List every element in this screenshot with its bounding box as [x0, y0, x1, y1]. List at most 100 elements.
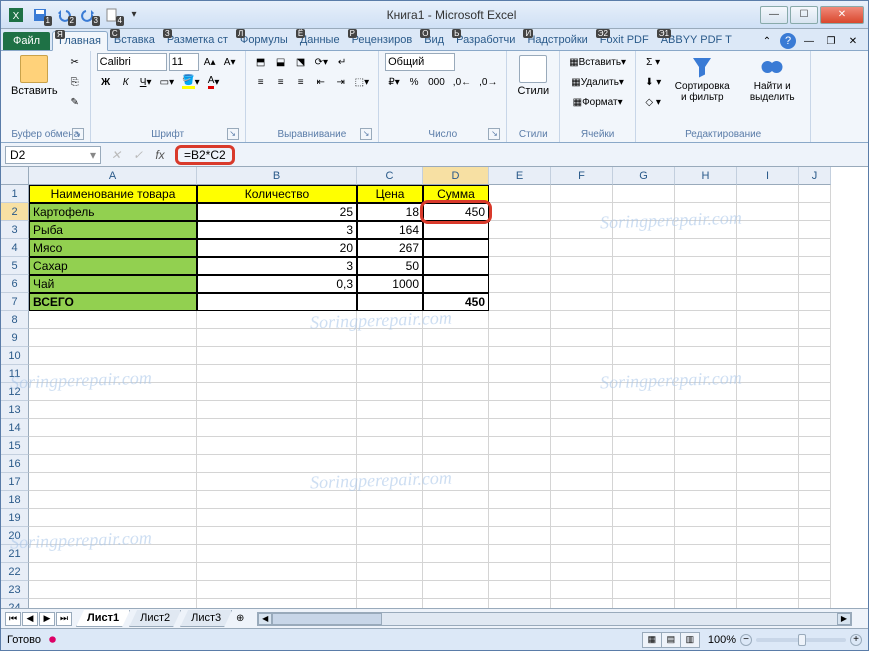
- cell[interactable]: [29, 473, 197, 491]
- cell[interactable]: [799, 185, 831, 203]
- cell[interactable]: 20: [197, 239, 357, 257]
- orientation-button[interactable]: ⟳▾: [312, 53, 331, 71]
- cell[interactable]: [197, 419, 357, 437]
- cell[interactable]: [423, 275, 489, 293]
- cell[interactable]: [197, 383, 357, 401]
- sheet-nav-next[interactable]: ▶: [39, 612, 55, 626]
- cell[interactable]: 1000: [357, 275, 423, 293]
- cell[interactable]: [613, 599, 675, 608]
- cell[interactable]: [799, 455, 831, 473]
- cell[interactable]: [29, 491, 197, 509]
- tab-2[interactable]: Разметка стЗ: [161, 31, 234, 50]
- cell[interactable]: [737, 581, 799, 599]
- row-header-16[interactable]: 16: [1, 455, 29, 473]
- undo-button[interactable]: 2: [53, 5, 75, 25]
- align-launcher[interactable]: ↘: [360, 128, 372, 140]
- cell[interactable]: Количество: [197, 185, 357, 203]
- name-box[interactable]: D2▾: [5, 146, 101, 164]
- cell[interactable]: [799, 365, 831, 383]
- cell[interactable]: [29, 383, 197, 401]
- cell[interactable]: [675, 293, 737, 311]
- cell[interactable]: 50: [357, 257, 423, 275]
- cell[interactable]: [489, 221, 551, 239]
- cell[interactable]: [613, 293, 675, 311]
- copy-button[interactable]: ⎘: [66, 73, 84, 91]
- cell[interactable]: [489, 419, 551, 437]
- cell[interactable]: [675, 419, 737, 437]
- paste-button[interactable]: Вставить: [7, 53, 62, 99]
- cell[interactable]: [197, 311, 357, 329]
- cell[interactable]: [357, 473, 423, 491]
- cell[interactable]: [613, 347, 675, 365]
- qat-customize[interactable]: ▾: [125, 6, 143, 24]
- cell[interactable]: [489, 365, 551, 383]
- cell[interactable]: [489, 203, 551, 221]
- cell[interactable]: [551, 365, 613, 383]
- cell[interactable]: [613, 563, 675, 581]
- cell[interactable]: [613, 203, 675, 221]
- cell[interactable]: [197, 581, 357, 599]
- window-close-inner[interactable]: ✕: [844, 32, 862, 50]
- align-center-button[interactable]: ≡: [272, 73, 290, 91]
- clipboard-launcher[interactable]: ↘: [72, 128, 84, 140]
- cell[interactable]: [197, 527, 357, 545]
- cut-button[interactable]: ✂: [66, 53, 84, 71]
- cell[interactable]: [29, 401, 197, 419]
- cell[interactable]: [799, 275, 831, 293]
- cell[interactable]: [675, 347, 737, 365]
- cell[interactable]: 450: [423, 203, 489, 221]
- cell[interactable]: [423, 401, 489, 419]
- cell[interactable]: [737, 419, 799, 437]
- cell[interactable]: [29, 545, 197, 563]
- column-header-B[interactable]: B: [197, 167, 357, 185]
- cell[interactable]: [613, 581, 675, 599]
- increase-decimal-button[interactable]: ,0←: [450, 73, 474, 91]
- row-header-6[interactable]: 6: [1, 275, 29, 293]
- cell[interactable]: [737, 473, 799, 491]
- cell[interactable]: [737, 203, 799, 221]
- cell[interactable]: [197, 347, 357, 365]
- cell[interactable]: [489, 545, 551, 563]
- column-header-J[interactable]: J: [799, 167, 831, 185]
- cell[interactable]: [357, 599, 423, 608]
- row-header-19[interactable]: 19: [1, 509, 29, 527]
- cell[interactable]: [489, 275, 551, 293]
- cell[interactable]: [675, 275, 737, 293]
- window-minimize-inner[interactable]: —: [800, 32, 818, 50]
- fill-button[interactable]: ⬇ ▾: [642, 73, 664, 91]
- cell[interactable]: [29, 563, 197, 581]
- row-header-21[interactable]: 21: [1, 545, 29, 563]
- cell[interactable]: [423, 221, 489, 239]
- cell[interactable]: [489, 185, 551, 203]
- cell[interactable]: [489, 239, 551, 257]
- row-header-10[interactable]: 10: [1, 347, 29, 365]
- cell[interactable]: [197, 437, 357, 455]
- cell[interactable]: 3: [197, 257, 357, 275]
- cell[interactable]: Картофель: [29, 203, 197, 221]
- view-normal[interactable]: ▦: [642, 632, 662, 648]
- cell[interactable]: [737, 257, 799, 275]
- cell[interactable]: [489, 347, 551, 365]
- cell[interactable]: [737, 293, 799, 311]
- zoom-out[interactable]: −: [740, 634, 752, 646]
- row-header-18[interactable]: 18: [1, 491, 29, 509]
- cell[interactable]: [551, 455, 613, 473]
- align-right-button[interactable]: ≡: [292, 73, 310, 91]
- cell[interactable]: [489, 311, 551, 329]
- cell[interactable]: [29, 509, 197, 527]
- cell[interactable]: [423, 545, 489, 563]
- cell[interactable]: [675, 383, 737, 401]
- cell[interactable]: [489, 401, 551, 419]
- cell[interactable]: [197, 329, 357, 347]
- cell[interactable]: [423, 509, 489, 527]
- hscroll-right[interactable]: ▶: [837, 613, 851, 625]
- cell[interactable]: 0,3: [197, 275, 357, 293]
- cell[interactable]: [489, 383, 551, 401]
- cell[interactable]: [29, 365, 197, 383]
- font-color-button[interactable]: A▾: [205, 73, 223, 91]
- cell[interactable]: [675, 563, 737, 581]
- align-middle-button[interactable]: ⬓: [272, 53, 290, 71]
- row-header-17[interactable]: 17: [1, 473, 29, 491]
- cell[interactable]: [197, 599, 357, 608]
- cell[interactable]: [799, 419, 831, 437]
